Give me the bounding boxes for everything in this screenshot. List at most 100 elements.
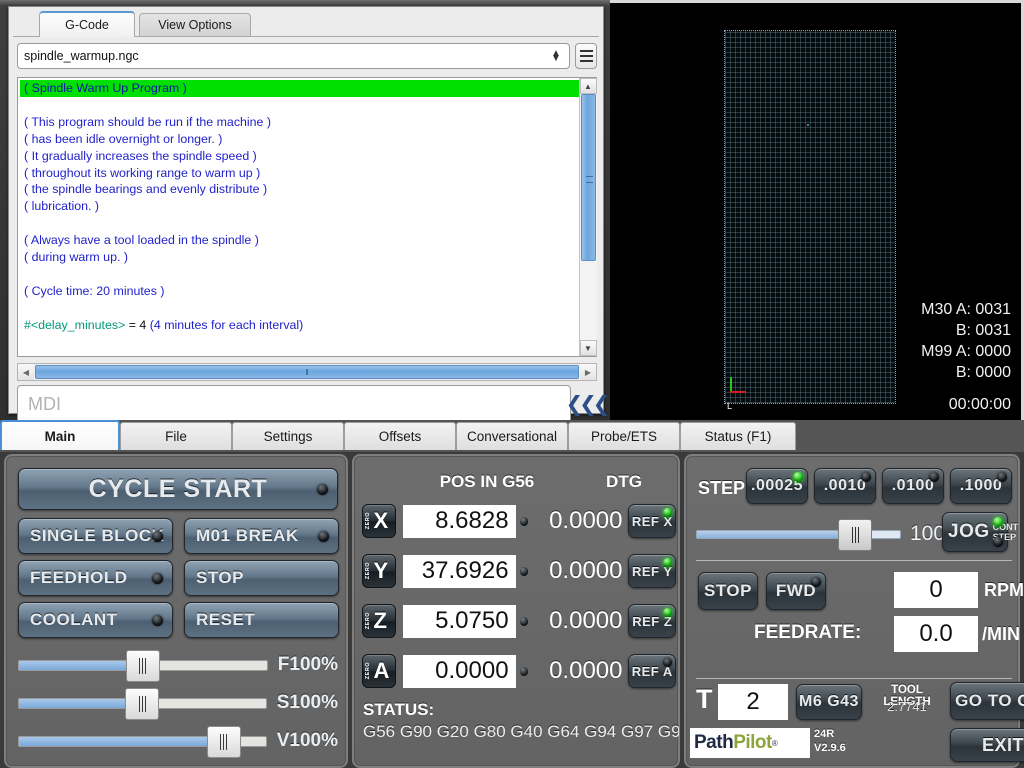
rapid-slider-track[interactable] bbox=[18, 725, 267, 758]
single-block-button[interactable]: SINGLE BLOCK bbox=[18, 518, 173, 554]
step-button-1000[interactable]: .1000 bbox=[950, 468, 1012, 504]
coolant-button[interactable]: COOLANT bbox=[18, 602, 173, 638]
step-button-00025[interactable]: .00025 bbox=[746, 468, 808, 504]
zero-y-button[interactable]: ZERO Y bbox=[362, 554, 396, 588]
jog-mode-button[interactable]: JOG CONT STEP bbox=[942, 512, 1018, 552]
main-tab-file[interactable]: File bbox=[120, 422, 232, 450]
coolant-led bbox=[152, 614, 163, 626]
cycle-start-button[interactable]: CYCLE START bbox=[18, 468, 338, 510]
goto-g30-button[interactable]: GO TO G30 bbox=[950, 682, 1024, 720]
pathpilot-window: G-Code View Options spindle_warmup.ngc ▲… bbox=[0, 0, 1024, 768]
zero-prefix: ZERO bbox=[365, 512, 371, 530]
version-label: V2.9.6 bbox=[814, 742, 846, 754]
axis-letter: Y bbox=[373, 558, 389, 583]
pos-a-field[interactable]: 0.0000 bbox=[402, 654, 516, 688]
scroll-down-icon[interactable]: ▼ bbox=[579, 340, 597, 356]
vscroll-thumb[interactable] bbox=[580, 94, 596, 262]
scroll-up-icon[interactable]: ▲ bbox=[579, 78, 597, 94]
updown-spinner-icon[interactable]: ▲ ▼ bbox=[549, 47, 563, 65]
gcode-text[interactable]: ( Spindle Warm Up Program ) ( This progr… bbox=[18, 78, 579, 356]
tab-gcode-label: G-Code bbox=[65, 18, 109, 32]
feedhold-button[interactable]: FEEDHOLD bbox=[18, 560, 173, 596]
main-tab-offsets[interactable]: Offsets bbox=[344, 422, 456, 450]
ref-z-button[interactable]: REF Z bbox=[628, 604, 676, 638]
tab-gcode[interactable]: G-Code bbox=[39, 11, 135, 37]
pos-x-field[interactable]: 8.6828 bbox=[402, 504, 516, 538]
main-tabbar: Main File Settings Offsets Conversational Pro… bbox=[0, 420, 1024, 452]
spindle-override-slider[interactable]: S100% bbox=[18, 686, 338, 720]
ref-y-button[interactable]: REF Y bbox=[628, 554, 676, 588]
jog-cont-led bbox=[993, 517, 1003, 527]
rapid-slider-fill bbox=[19, 736, 224, 746]
m6-g43-button[interactable]: M6 G43 bbox=[796, 684, 862, 720]
main-tab-label: Settings bbox=[263, 429, 313, 444]
main-tab-probe-ets[interactable]: Probe/ETS bbox=[568, 422, 680, 450]
reset-button[interactable]: RESET bbox=[184, 602, 339, 638]
zero-x-button[interactable]: ZERO X bbox=[362, 504, 396, 538]
scroll-left-icon[interactable]: ◀ bbox=[18, 364, 34, 380]
feedrate-value: 0.0 bbox=[919, 620, 953, 647]
jog-slider-track[interactable] bbox=[696, 518, 901, 551]
axis-x-indicator-icon bbox=[519, 516, 529, 526]
spindle-stop-button[interactable]: STOP bbox=[698, 572, 758, 610]
hscroll-thumb[interactable]: ‖ bbox=[35, 365, 579, 379]
spindle-slider-thumb[interactable] bbox=[125, 687, 160, 720]
tab-view-options[interactable]: View Options bbox=[139, 13, 251, 37]
rpm-field[interactable]: 0 bbox=[894, 572, 978, 608]
m01-break-button[interactable]: M01 BREAK bbox=[184, 518, 339, 554]
stop-button[interactable]: STOP bbox=[184, 560, 339, 596]
stop-label: STOP bbox=[196, 568, 244, 587]
ref-x-button[interactable]: REF X bbox=[628, 504, 676, 538]
step-1000-led bbox=[997, 472, 1007, 482]
ref-a-button[interactable]: REF A bbox=[628, 654, 676, 688]
tool-number-field[interactable]: 2 bbox=[718, 684, 788, 720]
rapid-override-slider[interactable]: V100% bbox=[18, 724, 338, 758]
zero-z-button[interactable]: ZERO Z bbox=[362, 604, 396, 638]
feed-slider-thumb[interactable] bbox=[125, 649, 160, 682]
exit-button[interactable]: EXIT bbox=[950, 728, 1024, 762]
main-tab-conversational[interactable]: Conversational bbox=[456, 422, 568, 450]
scroll-right-icon[interactable]: ▶ bbox=[580, 364, 596, 380]
vscroll-track[interactable] bbox=[579, 94, 597, 340]
feed-slider-track[interactable] bbox=[18, 649, 268, 682]
gcode-file-select[interactable]: spindle_warmup.ngc ▲ ▼ bbox=[17, 43, 570, 69]
gcode-line: ( It gradually increases the spindle spe… bbox=[24, 148, 257, 163]
spindle-override-label: S100% bbox=[276, 692, 338, 713]
feed-override-slider[interactable]: F100% bbox=[18, 648, 338, 682]
overlay-m99-a: M99 A: 0000 bbox=[921, 343, 1011, 360]
pos-z-field[interactable]: 5.0750 bbox=[402, 604, 516, 638]
spindle-fwd-button[interactable]: FWD bbox=[766, 572, 826, 610]
dtg-z-value: 0.0000 bbox=[549, 607, 623, 634]
step-button-0100[interactable]: .0100 bbox=[882, 468, 944, 504]
spindle-slider-track[interactable] bbox=[18, 687, 267, 720]
chevrons-left-icon[interactable]: ❮❮❮ bbox=[566, 385, 611, 423]
gcode-line: #<delay_minutes> = 4 (4 minutes for each… bbox=[24, 317, 304, 332]
dro-header-pos: POS IN G56 bbox=[439, 472, 535, 491]
toolpath-viewport[interactable]: L M30 A: 0031 B: 0031 M99 A: 0000 B: 000… bbox=[610, 0, 1024, 420]
ref-x-led bbox=[663, 508, 672, 517]
main-tab-label: Status (F1) bbox=[704, 429, 772, 444]
gcode-line: ( has been idle overnight or longer. ) bbox=[24, 131, 223, 146]
origin-label: L bbox=[727, 401, 733, 411]
gcode-line bbox=[20, 266, 579, 283]
main-tab-settings[interactable]: Settings bbox=[232, 422, 344, 450]
gcode-vertical-scrollbar[interactable]: ▲ ▼ bbox=[579, 78, 597, 356]
mdi-row: MDI ❮❮❮ bbox=[17, 385, 611, 423]
hamburger-menu-icon[interactable] bbox=[575, 43, 597, 69]
rapid-slider-thumb[interactable] bbox=[206, 725, 241, 758]
gcode-horizontal-scrollbar[interactable]: ◀ ‖ ▶ bbox=[17, 363, 597, 381]
gcode-line: ( the spindle bearings and evenly distri… bbox=[24, 182, 268, 197]
gcode-line: ( lubrication. ) bbox=[24, 199, 100, 214]
step-button-0010[interactable]: .0010 bbox=[814, 468, 876, 504]
logo-registered-icon: ® bbox=[771, 738, 778, 748]
zero-a-button[interactable]: ZERO A bbox=[362, 654, 396, 688]
pos-y-field[interactable]: 37.6926 bbox=[402, 554, 516, 588]
main-tab-status-f1[interactable]: Status (F1) bbox=[680, 422, 796, 450]
main-tab-main[interactable]: Main bbox=[0, 420, 120, 450]
cycle-start-label: CYCLE START bbox=[88, 474, 268, 503]
pos-value: 37.6926 bbox=[421, 557, 509, 584]
mdi-input[interactable]: MDI bbox=[17, 385, 571, 423]
mdi-placeholder: MDI bbox=[28, 393, 61, 414]
jog-slider-thumb[interactable] bbox=[838, 518, 873, 551]
feedrate-field[interactable]: 0.0 bbox=[894, 616, 978, 652]
